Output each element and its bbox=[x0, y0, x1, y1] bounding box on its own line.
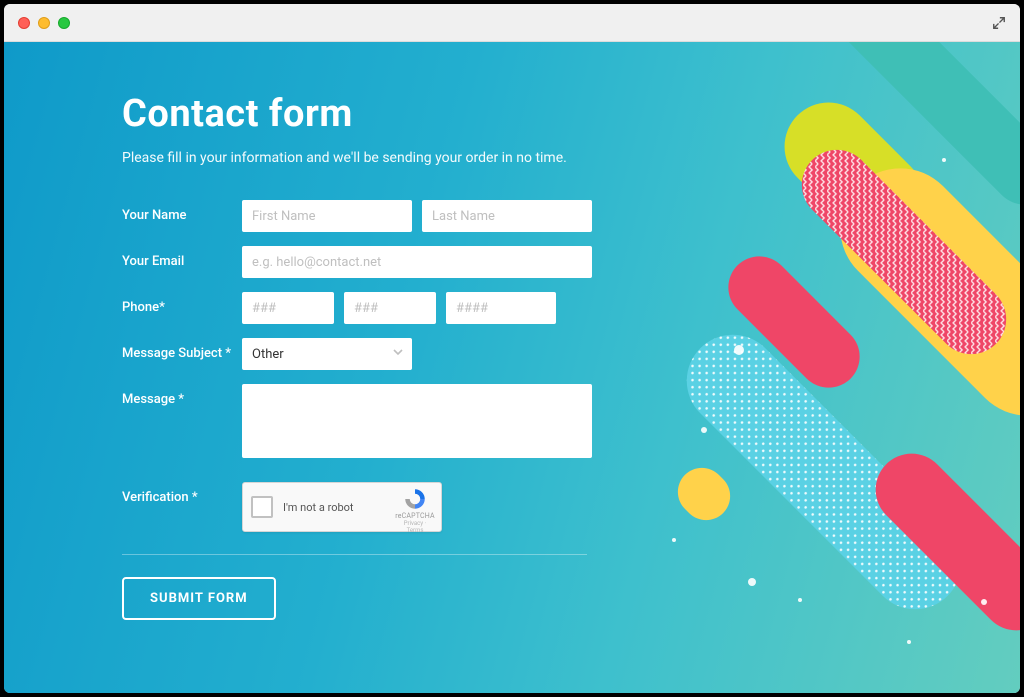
contact-form: Your Name Your Email Phone* bbox=[122, 200, 592, 620]
recaptcha-label: I'm not a robot bbox=[283, 501, 354, 514]
recaptcha-brand: reCAPTCHA bbox=[395, 512, 435, 520]
recaptcha-terms: Privacy · Terms bbox=[395, 520, 435, 534]
form-divider bbox=[122, 554, 587, 555]
window-traffic-lights bbox=[18, 17, 70, 29]
submit-button[interactable]: SUBMIT FORM bbox=[122, 577, 276, 620]
last-name-field[interactable] bbox=[422, 200, 592, 232]
page-title: Contact form bbox=[122, 92, 644, 136]
subject-label: Message Subject * bbox=[122, 338, 242, 361]
zoom-icon[interactable] bbox=[58, 17, 70, 29]
page-subtitle: Please fill in your information and we'l… bbox=[122, 150, 644, 166]
page-body: Contact form Please fill in your informa… bbox=[4, 42, 1020, 693]
message-field[interactable] bbox=[242, 384, 592, 458]
verification-label: Verification * bbox=[122, 482, 242, 505]
recaptcha-widget: I'm not a robot reCAPTCHA bbox=[242, 482, 442, 532]
recaptcha-badge: reCAPTCHA Privacy · Terms bbox=[395, 487, 435, 534]
phone-part1-field[interactable] bbox=[242, 292, 334, 324]
close-icon[interactable] bbox=[18, 17, 30, 29]
window-titlebar bbox=[4, 4, 1020, 42]
minimize-icon[interactable] bbox=[38, 17, 50, 29]
chevron-down-icon bbox=[392, 346, 404, 362]
recaptcha-checkbox[interactable] bbox=[251, 496, 273, 518]
subject-selected-value: Other bbox=[252, 347, 284, 362]
phone-part2-field[interactable] bbox=[344, 292, 436, 324]
app-window: Contact form Please fill in your informa… bbox=[4, 4, 1020, 693]
first-name-field[interactable] bbox=[242, 200, 412, 232]
recaptcha-icon bbox=[395, 487, 435, 511]
subject-select[interactable]: Other bbox=[242, 338, 412, 370]
name-label: Your Name bbox=[122, 200, 242, 223]
message-label: Message * bbox=[122, 384, 242, 407]
fullscreen-icon[interactable] bbox=[992, 16, 1006, 30]
phone-part3-field[interactable] bbox=[446, 292, 556, 324]
email-field[interactable] bbox=[242, 246, 592, 278]
email-label: Your Email bbox=[122, 246, 242, 269]
phone-label: Phone* bbox=[122, 292, 242, 315]
